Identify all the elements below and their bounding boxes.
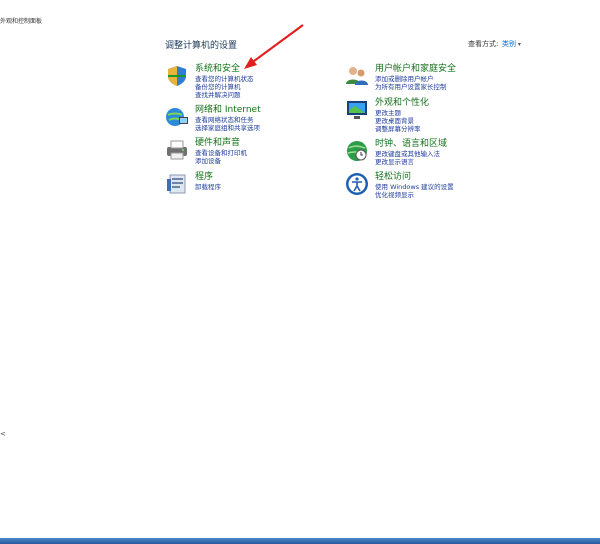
category-appearance: 外观和个性化 更改主题 更改桌面背景 调整屏幕分辨率 — [345, 98, 525, 133]
users-icon[interactable] — [345, 64, 369, 88]
page-title: 调整计算机的设置 — [165, 41, 238, 51]
link-check-status[interactable]: 查看您的计算机状态 — [195, 75, 254, 83]
category-title[interactable]: 网络和 Internet — [195, 105, 261, 116]
display-icon[interactable] — [345, 98, 369, 122]
link-uninstall[interactable]: 卸载程序 — [195, 183, 221, 191]
link-network-status[interactable]: 查看网络状态和任务 — [195, 116, 261, 124]
link-screen-resolution[interactable]: 调整屏幕分辨率 — [375, 125, 429, 133]
category-hardware-sound: 硬件和声音 查看设备和打印机 添加设备 — [165, 138, 345, 172]
link-display-language[interactable]: 更改显示语言 — [375, 158, 447, 166]
link-homegroup[interactable]: 选择家庭组和共享选项 — [195, 124, 261, 132]
breadcrumb[interactable]: 外观和控制面板 — [0, 16, 42, 25]
link-desktop-background[interactable]: 更改桌面背景 — [375, 117, 429, 125]
category-user-accounts: 用户帐户和家庭安全 添加或删除用户帐户 为所有用户设置家长控制 — [345, 64, 525, 98]
category-title[interactable]: 轻松访问 — [375, 172, 454, 183]
category-network: 网络和 Internet 查看网络状态和任务 选择家庭组和共享选项 — [165, 105, 345, 139]
category-title[interactable]: 系统和安全 — [195, 64, 254, 75]
category-title[interactable]: 外观和个性化 — [375, 98, 429, 109]
link-backup[interactable]: 备份您的计算机 — [195, 83, 254, 91]
accessibility-icon[interactable] — [345, 172, 369, 196]
category-programs: 程序 卸载程序 — [165, 172, 345, 206]
category-title[interactable]: 硬件和声音 — [195, 138, 247, 149]
link-troubleshoot[interactable]: 查找并解决问题 — [195, 91, 254, 99]
taskbar-strip — [0, 538, 600, 544]
category-system-security: 系统和安全 查看您的计算机状态 备份您的计算机 查找并解决问题 — [165, 64, 345, 99]
category-title[interactable]: 程序 — [195, 172, 221, 183]
category-title[interactable]: 用户帐户和家庭安全 — [375, 64, 456, 75]
link-change-theme[interactable]: 更改主题 — [375, 109, 429, 117]
category-ease-of-access: 轻松访问 使用 Windows 建议的设置 优化视频显示 — [345, 172, 525, 206]
programs-icon[interactable] — [165, 172, 189, 196]
network-icon[interactable] — [165, 105, 189, 129]
link-add-device[interactable]: 添加设备 — [195, 157, 247, 165]
link-add-remove-accounts[interactable]: 添加或删除用户帐户 — [375, 75, 456, 83]
shield-icon[interactable] — [165, 64, 189, 88]
view-by-dropdown[interactable]: 类别 — [502, 39, 521, 49]
view-by-label: 查看方式: — [468, 40, 499, 48]
printer-icon[interactable] — [165, 138, 189, 162]
link-parental-controls[interactable]: 为所有用户设置家长控制 — [375, 83, 456, 91]
link-optimize-display[interactable]: 优化视频显示 — [375, 191, 454, 199]
category-title[interactable]: 时钟、语言和区域 — [375, 139, 447, 150]
collapse-arrow-icon[interactable]: < — [0, 430, 6, 438]
link-devices-printers[interactable]: 查看设备和打印机 — [195, 149, 247, 157]
globe-clock-icon[interactable] — [345, 139, 369, 163]
link-recommended-settings[interactable]: 使用 Windows 建议的设置 — [375, 183, 454, 191]
category-clock-language: 时钟、语言和区域 更改键盘或其他输入法 更改显示语言 — [345, 139, 525, 173]
link-keyboard-input[interactable]: 更改键盘或其他输入法 — [375, 150, 447, 158]
